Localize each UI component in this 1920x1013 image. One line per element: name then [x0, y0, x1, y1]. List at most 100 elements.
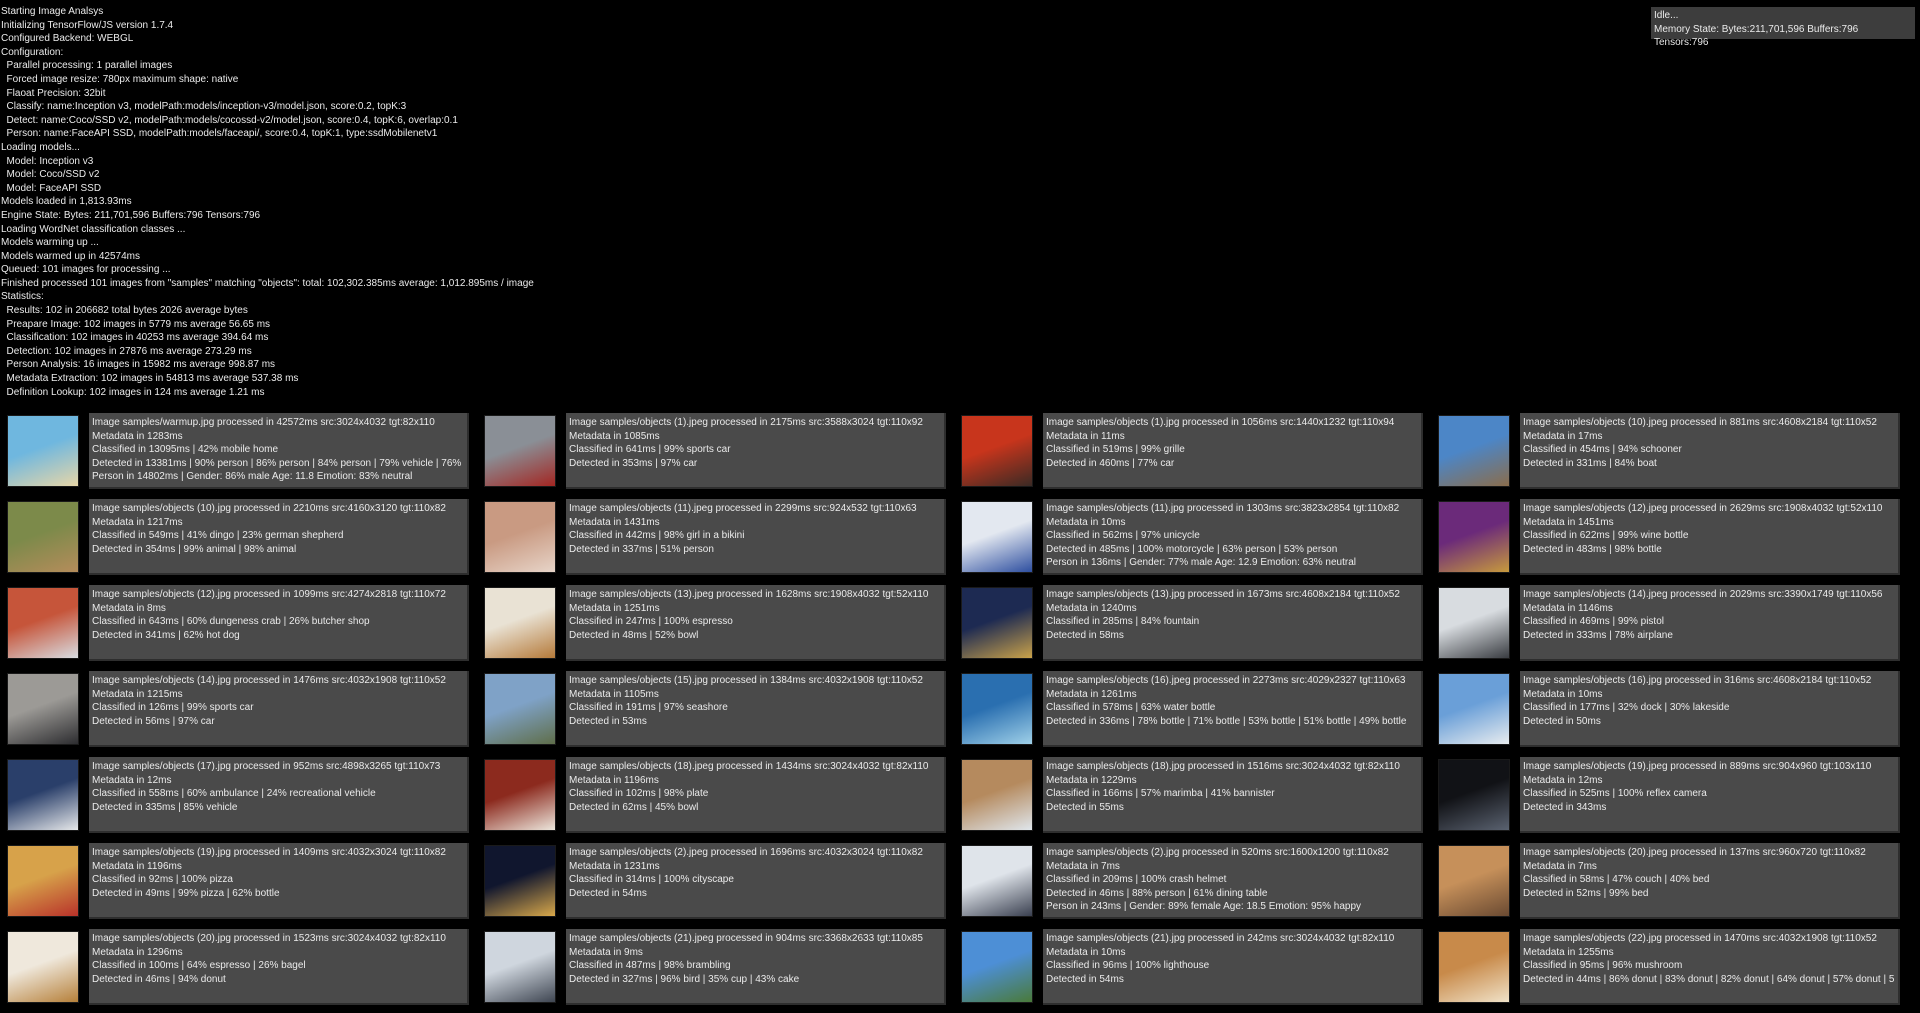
result-info-line: Image samples/objects (15).jpg processed…	[569, 675, 923, 686]
result-info-line: Metadata in 1217ms	[92, 516, 183, 528]
result-info-line: Metadata in 1296ms	[92, 946, 183, 958]
result-info-line: Detected in 343ms	[1523, 801, 1607, 813]
result-thumbnail[interactable]	[7, 931, 79, 1003]
log-line: Configuration:	[1, 46, 64, 58]
lighthouse-photo	[962, 932, 1032, 1002]
result-info: Image samples/objects (12).jpg processed…	[89, 585, 469, 661]
result-thumbnail[interactable]	[484, 673, 556, 745]
result-info-line: Image samples/objects (19).jpeg processe…	[1523, 761, 1872, 772]
result-thumbnail[interactable]	[1438, 845, 1510, 917]
result-info-line: Classified in 92ms | 100% pizza	[92, 874, 233, 886]
result-thumbnail[interactable]	[961, 673, 1033, 745]
result-thumbnail[interactable]	[961, 931, 1033, 1003]
log-line: Model: Inception v3	[1, 155, 94, 167]
result-info-line: Metadata in 17ms	[1523, 430, 1603, 442]
result-info-line: Metadata in 11ms	[1046, 430, 1125, 442]
result-thumbnail[interactable]	[484, 845, 556, 917]
result-card: Image samples/objects (22).jpg processed…	[1436, 929, 1912, 1005]
result-info-line: Metadata in 1085ms	[569, 430, 660, 442]
result-thumbnail[interactable]	[484, 759, 556, 831]
result-info-line: Image samples/objects (17).jpg processed…	[92, 761, 441, 772]
result-info-line: Metadata in 12ms	[1523, 774, 1603, 786]
log-line: Model: FaceAPI SSD	[1, 182, 102, 194]
result-info-line: Image samples/objects (18).jpg processed…	[1046, 761, 1400, 772]
result-thumbnail[interactable]	[484, 501, 556, 573]
result-info-line: Classified in 100ms | 64% espresso | 26%…	[92, 960, 306, 972]
result-card: Image samples/objects (1).jpg processed …	[959, 413, 1435, 489]
result-thumbnail[interactable]	[484, 587, 556, 659]
result-thumbnail[interactable]	[7, 759, 79, 831]
result-info-line: Image samples/objects (14).jpeg processe…	[1523, 589, 1883, 600]
result-thumbnail[interactable]	[1438, 931, 1510, 1003]
result-card: Image samples/warmup.jpg processed in 42…	[5, 413, 481, 489]
result-info: Image samples/objects (20).jpeg processe…	[1520, 843, 1900, 919]
result-info-line: Image samples/objects (2).jpg processed …	[1046, 847, 1389, 858]
result-thumbnail[interactable]	[961, 501, 1033, 573]
donut-latte-photo	[8, 932, 78, 1002]
result-thumbnail[interactable]	[1438, 587, 1510, 659]
result-card: Image samples/objects (14).jpg processed…	[5, 671, 481, 747]
result-thumbnail[interactable]	[7, 501, 79, 573]
result-thumbnail[interactable]	[7, 587, 79, 659]
result-info-line: Detected in 50ms	[1523, 715, 1601, 727]
result-thumbnail[interactable]	[484, 415, 556, 487]
result-info: Image samples/objects (21).jpeg processe…	[566, 929, 946, 1005]
result-info: Image samples/objects (14).jpeg processe…	[1520, 585, 1900, 661]
result-info-line: Metadata in 10ms	[1046, 946, 1126, 958]
result-info-line: Image samples/objects (20).jpg processed…	[92, 933, 446, 944]
result-info-line: Detected in 54ms	[569, 887, 647, 899]
result-info-line: Metadata in 1240ms	[1046, 602, 1137, 614]
result-thumbnail[interactable]	[7, 415, 79, 487]
result-thumbnail[interactable]	[7, 845, 79, 917]
result-thumbnail[interactable]	[961, 759, 1033, 831]
result-info-line: Metadata in 1196ms	[92, 860, 182, 872]
water-bottles-photo	[962, 674, 1032, 744]
result-info-line: Image samples/objects (21).jpg processed…	[1046, 933, 1395, 944]
result-info-line: Image samples/objects (21).jpeg processe…	[569, 933, 923, 944]
result-info: Image samples/objects (21).jpg processed…	[1043, 929, 1423, 1005]
result-card: Image samples/objects (10).jpg processed…	[5, 499, 481, 575]
result-card: Image samples/objects (2).jpg processed …	[959, 843, 1435, 919]
log-line: Models warming up ...	[1, 237, 99, 249]
result-thumbnail[interactable]	[961, 587, 1033, 659]
lakeside-photo	[1439, 674, 1509, 744]
dog-photo	[8, 502, 78, 572]
cityscape-photo	[485, 846, 555, 916]
log-line: Models warmed up in 42574ms	[1, 250, 140, 262]
result-card: Image samples/objects (1).jpeg processed…	[482, 413, 958, 489]
result-thumbnail[interactable]	[1438, 415, 1510, 487]
result-thumbnail[interactable]	[1438, 673, 1510, 745]
result-thumbnail[interactable]	[1438, 501, 1510, 573]
result-info-line: Classified in 487ms | 98% brambling	[569, 960, 731, 972]
result-thumbnail[interactable]	[961, 415, 1033, 487]
result-info-line: Metadata in 1231ms	[569, 860, 660, 872]
wine-bottle-photo	[1439, 502, 1509, 572]
result-info-line: Image samples/warmup.jpg processed in 42…	[92, 417, 435, 428]
log-line: Forced image resize: 780px maximum shape…	[1, 73, 239, 85]
result-info-line: Detected in 337ms | 51% person	[569, 543, 714, 555]
result-info-line: Metadata in 1146ms	[1523, 602, 1613, 614]
result-info-line: Classified in 549ms | 41% dingo | 23% ge…	[92, 530, 344, 542]
result-info-line: Image samples/objects (13).jpg processed…	[1046, 589, 1400, 600]
result-info-line: Detected in 62ms | 45% bowl	[569, 801, 699, 813]
result-info: Image samples/objects (13).jpg processed…	[1043, 585, 1423, 661]
log-line: Configured Backend: WEBGL	[1, 33, 134, 45]
harbor-boats-photo	[1439, 416, 1509, 486]
log-line: Engine State: Bytes: 211,701,596 Buffers…	[1, 209, 261, 221]
result-info-line: Detected in 13381ms | 90% person | 86% p…	[92, 457, 464, 469]
plate-food-photo	[485, 760, 555, 830]
result-thumbnail[interactable]	[961, 845, 1033, 917]
result-thumbnail[interactable]	[484, 931, 556, 1003]
result-thumbnail[interactable]	[7, 673, 79, 745]
result-info-line: Classified in 247ms | 100% espresso	[569, 616, 733, 628]
result-card: Image samples/objects (13).jpg processed…	[959, 585, 1435, 661]
result-info-line: Metadata in 9ms	[569, 946, 643, 958]
result-info-line: Detected in 483ms | 98% bottle	[1523, 543, 1662, 555]
stairs-marimba-photo	[962, 760, 1032, 830]
result-card: Image samples/objects (16).jpg processed…	[1436, 671, 1912, 747]
result-info-line: Image samples/objects (19).jpg processed…	[92, 847, 446, 858]
result-info-line: Classified in 519ms | 99% grille	[1046, 444, 1185, 456]
result-info-line: Person in 136ms | Gender: 77% male Age: …	[1046, 557, 1356, 569]
result-card: Image samples/objects (17).jpg processed…	[5, 757, 481, 833]
result-thumbnail[interactable]	[1438, 759, 1510, 831]
